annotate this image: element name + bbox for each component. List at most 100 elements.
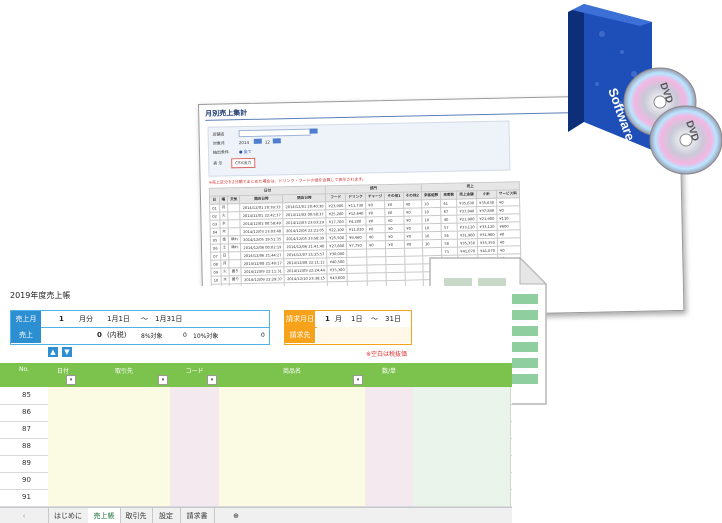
report-col-header: 曜: [219, 195, 228, 205]
ledger-cell[interactable]: [170, 489, 220, 506]
ledger-cell[interactable]: [78, 455, 171, 472]
ledger-cell[interactable]: [413, 455, 462, 472]
ledger-cell[interactable]: [170, 438, 220, 455]
ledger-row: 86: [0, 404, 512, 422]
ledger-cell[interactable]: [365, 404, 414, 421]
tab-sales-ledger[interactable]: 売上帳: [88, 508, 121, 523]
tab-invoice[interactable]: 請求書: [180, 508, 215, 523]
billing-client-input[interactable]: [317, 327, 411, 343]
report-cell: [227, 203, 241, 212]
report-cell: [228, 227, 241, 236]
ledger-cell[interactable]: [461, 421, 511, 438]
ledger-cell[interactable]: [48, 438, 79, 455]
filter-code-button[interactable]: ▾: [207, 375, 217, 385]
ledger-cell[interactable]: [413, 489, 462, 506]
ledger-cell[interactable]: [365, 387, 414, 404]
ledger-cell[interactable]: [219, 421, 366, 438]
ledger-cell[interactable]: [413, 472, 462, 489]
year-select-arrow[interactable]: [253, 138, 262, 144]
report-cell: 火: [219, 211, 229, 221]
rate-8-value: 0: [183, 331, 187, 339]
ledger-cell[interactable]: [78, 404, 171, 421]
dvd-disc-2-icon: DVD: [649, 105, 722, 175]
report-cell: 火: [220, 267, 230, 277]
sort-down-button[interactable]: ▼: [62, 347, 72, 357]
report-cell: 晴れ: [228, 235, 241, 244]
ledger-cell[interactable]: [365, 438, 414, 455]
month-label: 対象月: [212, 140, 225, 146]
store-select-arrow[interactable]: [309, 128, 318, 134]
ledger-cell[interactable]: [78, 489, 171, 506]
ledger-cell[interactable]: [413, 421, 462, 438]
store-select[interactable]: [238, 128, 311, 138]
ledger-cell[interactable]: [48, 472, 79, 489]
ledger-cell[interactable]: [365, 472, 414, 489]
ledger-cell[interactable]: [365, 455, 414, 472]
ledger-cell[interactable]: [461, 438, 511, 455]
ledger-cell[interactable]: [219, 472, 366, 489]
sort-up-button[interactable]: ▲: [48, 347, 58, 357]
filter-date-button[interactable]: ▾: [66, 375, 76, 385]
row-number: 89: [22, 459, 31, 467]
ledger-cell[interactable]: [170, 455, 220, 472]
add-sheet-button[interactable]: ⊕: [226, 508, 246, 523]
ledger-cell[interactable]: [48, 455, 79, 472]
tax-included-label: (内税): [107, 331, 127, 339]
ledger-cell[interactable]: [170, 472, 220, 489]
ledger-cell[interactable]: [170, 404, 220, 421]
ledger-cell[interactable]: [78, 421, 171, 438]
billing-month-unit: 月: [335, 315, 342, 323]
header-customer: 取引先 ▾: [78, 363, 171, 387]
ledger-cell[interactable]: [78, 438, 171, 455]
ledger-cell[interactable]: [365, 421, 414, 438]
ledger-cell[interactable]: [170, 421, 220, 438]
report-cell: 月: [220, 259, 230, 269]
ledger-cell[interactable]: [461, 387, 511, 404]
ledger-cell[interactable]: [413, 404, 462, 421]
ledger-cell[interactable]: [170, 387, 220, 404]
ledger-row: 85: [0, 387, 512, 405]
billing-day-to: 31日: [385, 315, 401, 323]
ledger-cell[interactable]: [48, 404, 79, 421]
report-cell: 09: [210, 268, 221, 277]
report-cell: 晴れ: [228, 243, 241, 252]
sales-total-label: 売上: [11, 327, 41, 343]
report-cell: 金: [219, 235, 229, 245]
radio-all[interactable]: ● 全て: [239, 149, 252, 155]
row-number: 87: [22, 425, 31, 433]
ledger-cell[interactable]: [413, 438, 462, 455]
sales-date-tilde: ～: [141, 315, 148, 323]
sales-date-to: 1月31日: [155, 315, 183, 323]
ledger-cell[interactable]: [48, 421, 79, 438]
ledger-cell[interactable]: [365, 489, 414, 506]
tab-customers[interactable]: 取引先: [120, 508, 153, 523]
ledger-cell[interactable]: [219, 455, 366, 472]
ledger-cell[interactable]: [461, 455, 511, 472]
ledger-cell[interactable]: [461, 404, 511, 421]
ledger-cell[interactable]: [413, 387, 462, 404]
ledger-cell[interactable]: [219, 438, 366, 455]
ledger-cell[interactable]: [219, 387, 366, 404]
month-select-arrow[interactable]: [272, 138, 281, 144]
csv-export-button[interactable]: CSV出力: [231, 157, 256, 169]
ledger-cell[interactable]: [219, 489, 366, 506]
ledger-cell[interactable]: [48, 387, 79, 404]
report-col-header: 日: [209, 196, 220, 205]
billing-month-input[interactable]: 1: [325, 311, 330, 327]
tab-hajimeni[interactable]: はじめに: [48, 508, 89, 523]
sales-month-input[interactable]: 1: [59, 311, 64, 327]
filter-customer-button[interactable]: ▾: [158, 375, 168, 385]
tab-scroll-left[interactable]: ‹: [0, 508, 49, 523]
ledger-cell[interactable]: [219, 404, 366, 421]
sales-total-value: 0: [97, 331, 102, 339]
ledger-cell[interactable]: [78, 387, 171, 404]
ledger-cell[interactable]: [461, 489, 511, 506]
ledger-cell[interactable]: [78, 472, 171, 489]
ledger-cell[interactable]: [461, 472, 511, 489]
report-col-header: 天気: [227, 195, 240, 204]
ledger-cell[interactable]: [48, 489, 79, 506]
report-cell: 05: [210, 236, 221, 245]
tab-settings[interactable]: 設定: [152, 508, 181, 523]
filter-product-button[interactable]: ▾: [353, 375, 363, 385]
header-code: コード ▾: [170, 363, 220, 387]
